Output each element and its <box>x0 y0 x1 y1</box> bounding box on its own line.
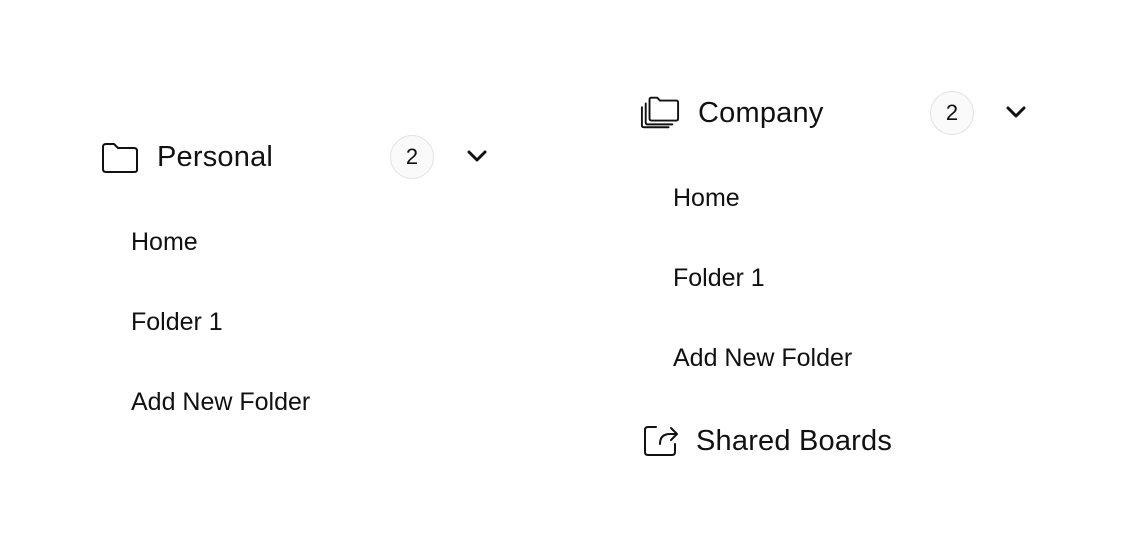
shared-boards-header[interactable]: Shared Boards <box>640 418 1040 466</box>
personal-item-folder-1[interactable]: Folder 1 <box>131 310 223 335</box>
company-item-folder-1[interactable]: Folder 1 <box>673 266 765 291</box>
chevron-down-icon[interactable] <box>464 143 490 169</box>
folder-icon <box>100 140 140 176</box>
company-label: Company <box>698 97 824 129</box>
personal-item-add-new-folder[interactable]: Add New Folder <box>131 390 310 415</box>
company-item-home[interactable]: Home <box>673 186 740 211</box>
share-icon <box>640 422 680 458</box>
shared-boards-label: Shared Boards <box>696 425 893 457</box>
personal-group-header[interactable]: Personal 2 <box>100 134 500 182</box>
personal-item-home[interactable]: Home <box>131 230 198 255</box>
personal-label: Personal <box>157 141 274 173</box>
canvas: Personal 2 Home Folder 1 Add New Folder … <box>0 0 1134 554</box>
company-count-badge: 2 <box>930 91 974 135</box>
chevron-down-icon[interactable] <box>1003 99 1029 125</box>
company-item-add-new-folder[interactable]: Add New Folder <box>673 346 852 371</box>
personal-count-badge: 2 <box>390 135 434 179</box>
company-group-header[interactable]: Company 2 <box>640 90 1040 138</box>
folders-stack-icon <box>640 94 680 130</box>
